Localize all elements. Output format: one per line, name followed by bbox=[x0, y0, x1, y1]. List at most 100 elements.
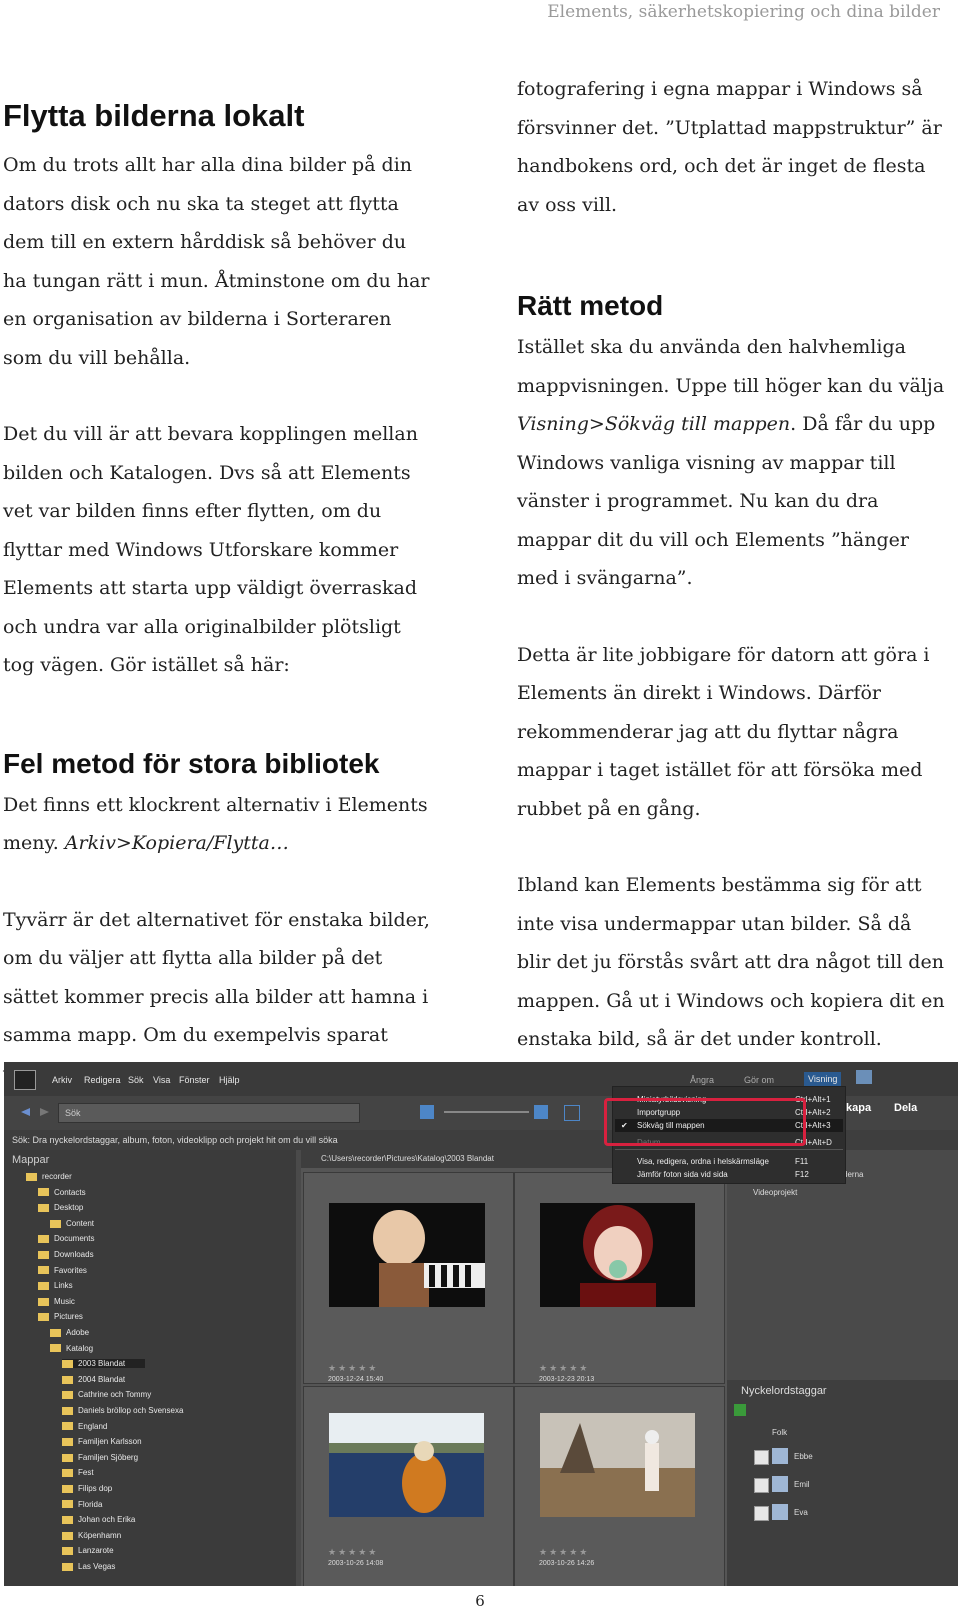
photo-cell[interactable]: ★★★★★ 2003-10-26 14:26 bbox=[514, 1386, 725, 1586]
menu-item-redigera[interactable]: Redigera bbox=[84, 1075, 121, 1085]
folder-icon bbox=[62, 1391, 73, 1400]
running-head: Elements, säkerhetskopiering och dina bi… bbox=[547, 2, 940, 22]
folder-icon bbox=[62, 1453, 73, 1462]
rating-stars[interactable]: ★★★★★ bbox=[539, 1547, 589, 1558]
folder-item[interactable]: England bbox=[62, 1422, 107, 1431]
back-arrow-icon[interactable] bbox=[18, 1105, 32, 1119]
menu-item-arkiv[interactable]: Arkiv bbox=[52, 1075, 72, 1085]
page-number: 6 bbox=[475, 1592, 485, 1610]
menu-item-sok[interactable]: Sök bbox=[128, 1075, 144, 1085]
folder-item[interactable]: Familjen Karlsson bbox=[62, 1437, 142, 1446]
folder-icon bbox=[62, 1484, 73, 1493]
create-tab[interactable]: kapa bbox=[846, 1102, 871, 1114]
menu-item-fonster[interactable]: Fönster bbox=[179, 1075, 210, 1085]
add-keyword-icon[interactable] bbox=[734, 1404, 746, 1416]
folder-item[interactable]: Lanzarote bbox=[62, 1546, 114, 1555]
fullscreen-icon[interactable] bbox=[564, 1105, 580, 1121]
folder-item[interactable]: 2003 Blandat bbox=[62, 1359, 146, 1369]
keyword-checkbox[interactable] bbox=[754, 1478, 769, 1493]
folder-item[interactable]: Downloads bbox=[38, 1250, 94, 1259]
folder-item[interactable]: Contacts bbox=[38, 1188, 86, 1197]
folder-icon bbox=[38, 1297, 49, 1306]
folders-title: Mappar bbox=[12, 1154, 50, 1166]
keyword-checkbox[interactable] bbox=[754, 1450, 769, 1465]
paragraph: Istället ska du använda den halvhemliga … bbox=[517, 336, 945, 589]
shortcut: F11 bbox=[795, 1157, 809, 1166]
video-projects-item[interactable]: Videoprojekt bbox=[753, 1188, 797, 1197]
folder-item[interactable]: Documents bbox=[38, 1234, 94, 1243]
right-panel-item[interactable]: derna bbox=[843, 1170, 863, 1179]
keyword-item[interactable]: Ebbe bbox=[794, 1452, 813, 1461]
folder-item[interactable]: Links bbox=[38, 1281, 73, 1290]
rating-stars[interactable]: ★★★★★ bbox=[328, 1363, 378, 1374]
photo-date: 2003-12-23 20:13 bbox=[539, 1376, 595, 1383]
zoom-slider[interactable] bbox=[444, 1111, 529, 1113]
folder-icon bbox=[50, 1219, 61, 1228]
folder-item[interactable]: Katalog bbox=[50, 1344, 93, 1353]
search-input[interactable]: Sök bbox=[58, 1103, 360, 1123]
rating-stars[interactable]: ★★★★★ bbox=[539, 1363, 589, 1374]
grid-view-icon[interactable] bbox=[420, 1105, 434, 1119]
section-title-right-method: Rätt metod bbox=[517, 290, 664, 321]
folder-item[interactable]: Familjen Sjöberg bbox=[62, 1453, 138, 1462]
forward-arrow-icon[interactable] bbox=[38, 1105, 52, 1119]
folder-item[interactable]: Florida bbox=[62, 1500, 102, 1509]
paragraph: fotografering i egna mappar i Windows så… bbox=[517, 78, 942, 216]
folder-item[interactable]: Content bbox=[50, 1219, 94, 1228]
folder-item[interactable]: Pictures bbox=[38, 1312, 83, 1321]
home-icon[interactable] bbox=[856, 1070, 872, 1084]
menu-item-compare[interactable]: Jämför foton sida vid sida bbox=[637, 1170, 728, 1179]
keyword-group-folk[interactable]: Folk bbox=[772, 1428, 787, 1437]
folder-item[interactable]: Cathrine och Tommy bbox=[62, 1390, 151, 1399]
photo-cell[interactable]: ★★★★★ 2003-12-24 15:40 bbox=[303, 1172, 514, 1384]
folder-item[interactable]: Desktop bbox=[38, 1203, 83, 1212]
undo-button[interactable]: Ångra bbox=[690, 1075, 714, 1085]
folder-icon bbox=[62, 1531, 73, 1540]
photo-date: 2003-12-24 15:40 bbox=[328, 1376, 384, 1383]
shortcut: F12 bbox=[795, 1170, 809, 1179]
folder-item[interactable]: Köpenhamn bbox=[62, 1531, 121, 1540]
photo-baby-pacifier bbox=[540, 1203, 695, 1307]
keyword-item[interactable]: Eva bbox=[794, 1508, 808, 1517]
folder-item[interactable]: Filips dop bbox=[62, 1484, 112, 1493]
folder-icon bbox=[62, 1562, 73, 1571]
folder-icon bbox=[62, 1500, 73, 1509]
folder-icon bbox=[38, 1235, 49, 1244]
menu-item-visa[interactable]: Visa bbox=[153, 1075, 170, 1085]
photo-date: 2003-10-26 14:26 bbox=[539, 1560, 595, 1567]
folder-item[interactable]: Fest bbox=[62, 1468, 94, 1477]
single-view-icon[interactable] bbox=[534, 1105, 548, 1119]
folder-item[interactable]: Las Vegas bbox=[62, 1562, 115, 1571]
redo-button[interactable]: Gör om bbox=[744, 1075, 774, 1085]
keyword-item[interactable]: Emil bbox=[794, 1480, 810, 1489]
folder-item[interactable]: Daniels bröllop och Svensexa bbox=[62, 1406, 183, 1415]
folder-item[interactable]: Favorites bbox=[38, 1266, 87, 1275]
folder-icon bbox=[26, 1172, 37, 1181]
folder-icon bbox=[62, 1547, 73, 1556]
keyword-checkbox[interactable] bbox=[754, 1506, 769, 1521]
folder-item[interactable]: recorder bbox=[26, 1172, 72, 1181]
paragraph: Det finns ett klockrent alternativ i Ele… bbox=[3, 793, 428, 855]
folder-item[interactable]: 2004 Blandat bbox=[62, 1375, 125, 1384]
folder-icon bbox=[62, 1422, 73, 1431]
section-title-wrong-method: Fel metod för stora bibliotek bbox=[3, 747, 380, 779]
folder-icon bbox=[38, 1204, 49, 1213]
rating-stars[interactable]: ★★★★★ bbox=[328, 1547, 378, 1558]
folder-icon bbox=[38, 1313, 49, 1322]
elements-screenshot: Arkiv Redigera Sök Visa Fönster Hjälp Ån… bbox=[4, 1062, 958, 1586]
folder-item[interactable]: Johan och Erika bbox=[62, 1515, 135, 1524]
view-menu-button[interactable]: Visning bbox=[804, 1072, 842, 1086]
share-tab[interactable]: Dela bbox=[894, 1102, 917, 1114]
folder-item[interactable]: Adobe bbox=[50, 1328, 89, 1337]
left-column: Flytta bilderna lokalt Om du trots allt … bbox=[3, 70, 433, 1093]
folder-item[interactable]: Music bbox=[38, 1297, 75, 1306]
menu-item-fullscreen[interactable]: Visa, redigera, ordna i helskärmsläge bbox=[637, 1157, 769, 1166]
right-column: fotografering i egna mappar i Windows så… bbox=[517, 70, 947, 1059]
tag-icon bbox=[772, 1448, 788, 1464]
photo-cell[interactable]: ★★★★★ 2003-10-26 14:08 bbox=[303, 1386, 514, 1586]
photo-cell[interactable]: ★★★★★ 2003-12-23 20:13 bbox=[514, 1172, 725, 1384]
folder-icon bbox=[38, 1282, 49, 1291]
menu-item-hjalp[interactable]: Hjälp bbox=[219, 1075, 240, 1085]
photo-child-in-field bbox=[540, 1413, 695, 1517]
folder-icon bbox=[38, 1188, 49, 1197]
